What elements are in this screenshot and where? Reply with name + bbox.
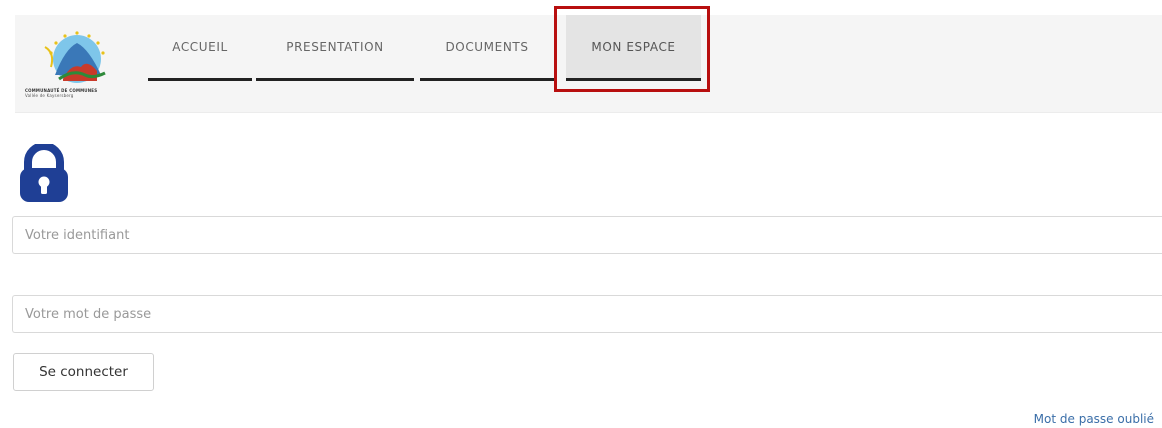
forgot-password-link[interactable]: Mot de passe oublié	[1034, 412, 1154, 426]
password-input[interactable]	[12, 295, 1162, 333]
nav-documents[interactable]: DOCUMENTS	[420, 15, 554, 81]
logo-text: COMMUNAUTÉ DE COMMUNES Vallée de Kaysers…	[25, 88, 131, 98]
nav-documents-label: DOCUMENTS	[445, 40, 529, 54]
page: COMMUNAUTÉ DE COMMUNES Vallée de Kaysers…	[0, 0, 1162, 428]
nav-accueil[interactable]: ACCUEIL	[148, 15, 252, 81]
nav-presentation[interactable]: PRESENTATION	[256, 15, 414, 81]
nav-accueil-label: ACCUEIL	[172, 40, 228, 54]
nav-presentation-label: PRESENTATION	[286, 40, 384, 54]
lock-icon	[20, 144, 68, 202]
username-input[interactable]	[12, 216, 1162, 254]
site-logo[interactable]: COMMUNAUTÉ DE COMMUNES Vallée de Kaysers…	[25, 23, 131, 103]
logo-emblem	[44, 31, 106, 83]
logo-line-2: Vallée de Kaysersberg	[25, 93, 74, 98]
nav-mon-espace[interactable]: MON ESPACE	[566, 15, 701, 81]
nav-mon-espace-label: MON ESPACE	[591, 40, 676, 54]
top-navbar: COMMUNAUTÉ DE COMMUNES Vallée de Kaysers…	[15, 15, 1162, 113]
login-button[interactable]: Se connecter	[13, 353, 154, 391]
